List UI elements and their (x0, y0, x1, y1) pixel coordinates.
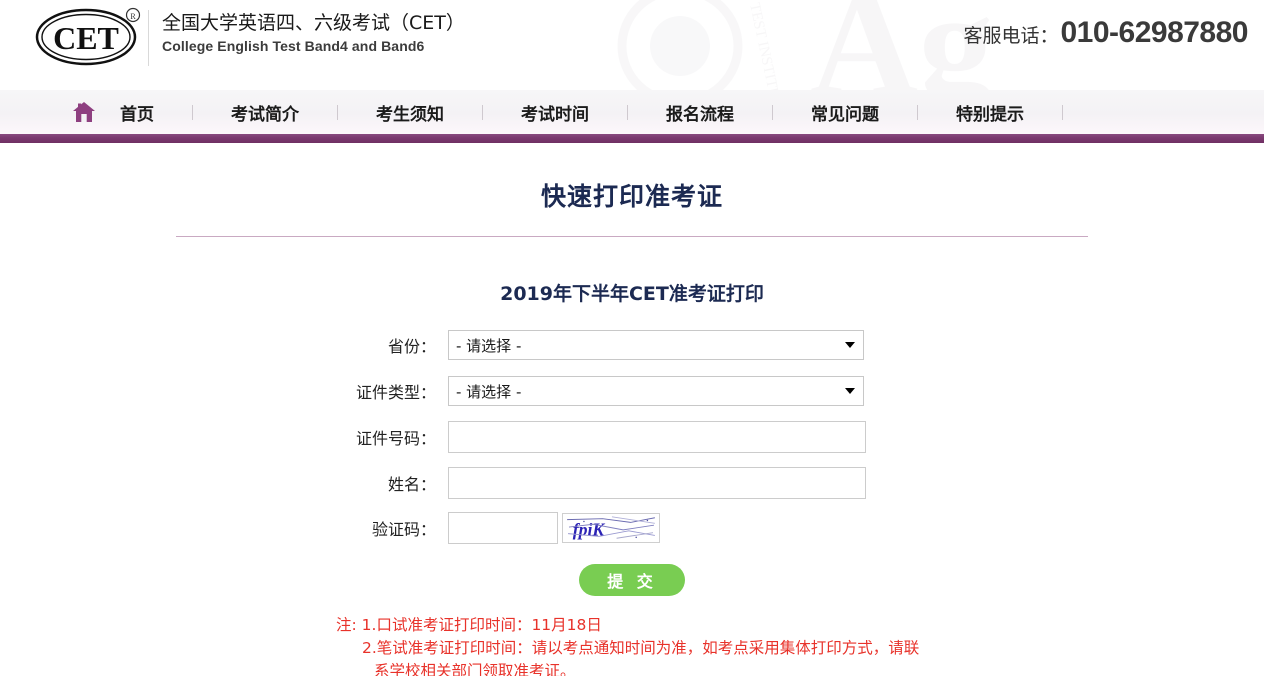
province-label: 省份： (387, 337, 436, 356)
form-row-id-number: 证件号码： (0, 414, 1264, 460)
nav-item-home[interactable]: 首页 (116, 100, 158, 125)
captcha-label: 验证码： (371, 520, 436, 539)
header-divider (148, 10, 149, 66)
logo-letters: CET (53, 20, 119, 56)
nav-divider (192, 104, 193, 120)
home-icon[interactable] (72, 101, 96, 123)
brand-name-cn: 全国大学英语四、六级考试（CET） (162, 12, 465, 34)
svg-text:R: R (130, 12, 136, 21)
submit-button[interactable]: 提 交 (579, 564, 685, 596)
captcha-image[interactable]: fpiK (562, 513, 660, 543)
nav-divider (627, 104, 628, 120)
form-row-id-type: 证件类型： - 请选择 - (0, 368, 1264, 414)
title-divider (176, 236, 1088, 237)
brand-text: 全国大学英语四、六级考试（CET） College English Test B… (162, 10, 465, 56)
form-notes: 注: 1.口试准考证打印时间：11月18日 2.笔试准考证打印时间：请以考点通知… (0, 614, 1264, 676)
nav-accent-bar (0, 134, 1264, 143)
submit-row: 提 交 (0, 564, 1264, 596)
province-select[interactable]: - 请选择 - (448, 330, 864, 360)
chevron-down-icon (845, 388, 855, 394)
id-number-label: 证件号码： (355, 429, 436, 448)
brand-name-en: College English Test Band4 and Band6 (162, 38, 425, 54)
form-title: 2019年下半年CET准考证打印 (500, 283, 764, 305)
note-line-3: 系学校相关部门领取准考证。 (374, 662, 576, 676)
id-type-select[interactable]: - 请选择 - (448, 376, 864, 406)
id-number-input[interactable] (448, 421, 866, 453)
nav-item-candidate-notice[interactable]: 考生须知 (372, 100, 448, 125)
cet-logo: CET R (34, 6, 144, 68)
header-watermark: Ag TEST INSTITUTE (617, 0, 993, 90)
nav-divider (772, 104, 773, 120)
print-admission-ticket-form: 省份： - 请选择 - 证件类型： - 请选择 - 证件号码： 姓名： 验证码： (0, 322, 1264, 596)
nav-item-registration-process[interactable]: 报名流程 (662, 100, 738, 125)
page-title: 快速打印准考证 (540, 182, 723, 211)
site-header: Ag TEST INSTITUTE CET R 全国大学英语四、六级考试（CET… (0, 0, 1264, 90)
id-type-select-value: - 请选择 - (456, 382, 522, 401)
name-input[interactable] (448, 467, 866, 499)
nav-item-exam-intro[interactable]: 考试简介 (227, 100, 303, 125)
note-line-1: 注: 1.口试准考证打印时间：11月18日 (336, 616, 602, 634)
page-content: 快速打印准考证 2019年下半年CET准考证打印 省份： - 请选择 - 证件类… (0, 143, 1264, 676)
svg-text:TEST INSTITUTE: TEST INSTITUTE (746, 2, 786, 90)
chevron-down-icon (845, 342, 855, 348)
form-row-province: 省份： - 请选择 - (0, 322, 1264, 368)
province-select-value: - 请选择 - (456, 336, 522, 355)
nav-item-faq[interactable]: 常见问题 (807, 100, 883, 125)
nav-divider (482, 104, 483, 120)
hotline-label: 客服电话： (963, 25, 1059, 47)
id-type-label: 证件类型： (355, 383, 436, 402)
form-row-captcha: 验证码： fpiK (0, 506, 1264, 550)
form-row-name: 姓名： (0, 460, 1264, 506)
nav-item-special-tips[interactable]: 特别提示 (952, 100, 1028, 125)
note-line-2: 2.笔试准考证打印时间：请以考点通知时间为准，如考点采用集体打印方式，请联 (362, 639, 920, 657)
nav-divider (337, 104, 338, 120)
name-label: 姓名： (387, 475, 436, 494)
nav-item-exam-time[interactable]: 考试时间 (517, 100, 593, 125)
captcha-input[interactable] (448, 512, 558, 544)
hotline-number: 010-62987880 (1060, 16, 1248, 49)
nav-divider (917, 104, 918, 120)
customer-service-hotline: 客服电话： 010-62987880 (963, 16, 1248, 50)
main-navigation: 首页 考试简介 考生须知 考试时间 报名流程 常见问题 特别提示 (0, 90, 1264, 134)
nav-divider (1062, 104, 1063, 120)
